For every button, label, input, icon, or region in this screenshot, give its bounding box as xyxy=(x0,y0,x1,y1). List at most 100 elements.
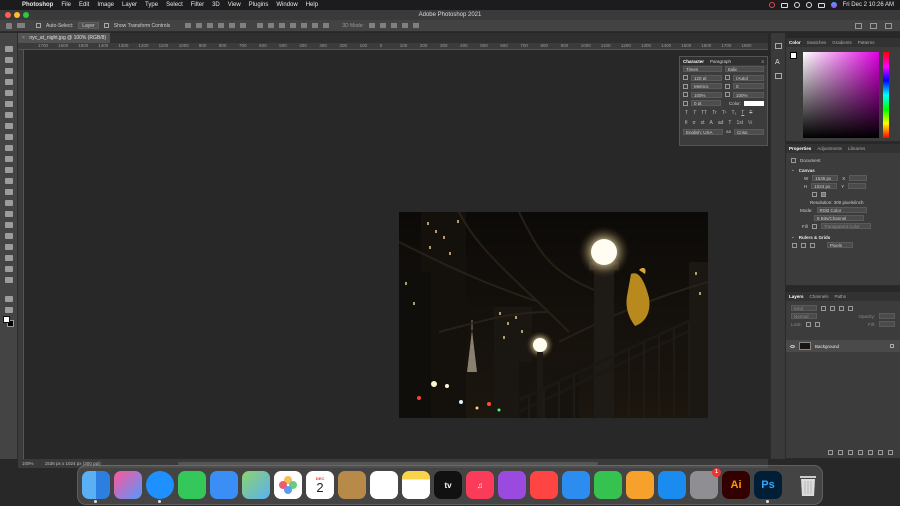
gradient-tool-icon[interactable] xyxy=(5,178,13,184)
language-select[interactable]: English: USA xyxy=(683,128,723,135)
menu-select[interactable]: Select xyxy=(166,2,183,8)
tab-swatches[interactable]: Swatches xyxy=(807,40,827,45)
link-layers-icon[interactable] xyxy=(828,449,833,455)
history-brush-tool-icon[interactable] xyxy=(5,156,13,162)
antialias-select[interactable]: Crisp xyxy=(734,128,764,135)
close-window-button[interactable] xyxy=(5,12,11,18)
layer-name[interactable]: Background xyxy=(815,344,839,349)
3d-rotate-icon[interactable] xyxy=(368,23,375,28)
align-bottom-icon[interactable] xyxy=(240,23,247,28)
tab-paragraph[interactable]: Paragraph xyxy=(710,59,731,64)
lock-pixels-icon[interactable] xyxy=(805,321,811,327)
vertical-ruler[interactable] xyxy=(18,50,24,459)
zoom-tool-icon[interactable] xyxy=(5,266,13,272)
photoshop-icon[interactable]: Ps xyxy=(754,471,782,503)
menu-view[interactable]: View xyxy=(228,2,241,8)
close-tab-icon[interactable]: × xyxy=(22,35,25,41)
align-right-icon[interactable] xyxy=(207,23,214,28)
menu-plugins[interactable]: Plugins xyxy=(249,2,269,8)
more-options-icon[interactable] xyxy=(323,23,330,28)
crop-tool-icon[interactable] xyxy=(5,90,13,96)
kerning-field[interactable]: Metrics xyxy=(691,83,722,90)
system-preferences-icon[interactable]: 1 xyxy=(690,468,721,499)
guides-icon[interactable] xyxy=(810,242,815,248)
auto-select-dropdown[interactable]: Layer xyxy=(78,22,99,29)
distribute-left-icon[interactable] xyxy=(257,23,264,28)
delete-layer-icon[interactable] xyxy=(888,449,893,455)
healing-brush-tool-icon[interactable] xyxy=(5,123,13,129)
contextual-alternates-button[interactable]: σ xyxy=(693,120,696,126)
podcasts-icon[interactable] xyxy=(498,471,526,499)
music-icon[interactable]: ♫ xyxy=(466,471,494,499)
filter-adjustment-icon[interactable] xyxy=(830,305,835,311)
fill-swatch[interactable] xyxy=(811,223,817,229)
zoom-level[interactable]: 100% xyxy=(22,461,34,466)
align-center-icon[interactable] xyxy=(196,23,203,28)
distribute-center-icon[interactable] xyxy=(268,23,275,28)
grid-icon[interactable] xyxy=(801,242,806,248)
menu-app-name[interactable]: Photoshop xyxy=(22,2,53,8)
superscript-button[interactable]: T¹ xyxy=(722,110,727,116)
panel-menu-icon[interactable]: ≡ xyxy=(761,59,764,64)
eyedropper-tool-icon[interactable] xyxy=(5,112,13,118)
menu-layer[interactable]: Layer xyxy=(122,2,137,8)
tab-character[interactable]: Character xyxy=(683,59,704,64)
filter-shape-icon[interactable] xyxy=(848,305,853,311)
canvas-width-field[interactable]: 1536 px xyxy=(812,175,839,181)
maps-icon[interactable] xyxy=(242,471,270,499)
history-panel-icon[interactable] xyxy=(775,43,782,49)
menu-window[interactable]: Window xyxy=(276,2,297,8)
orientation-portrait-icon[interactable] xyxy=(812,191,817,197)
swash-button[interactable]: A xyxy=(709,120,712,126)
3d-scale-icon[interactable] xyxy=(412,23,419,28)
canvas-height-field[interactable]: 1024 px xyxy=(811,183,838,189)
titling-alternates-button[interactable]: T xyxy=(728,120,731,126)
rectangle-tool-icon[interactable] xyxy=(5,244,13,250)
font-size-field[interactable]: 120 pt xyxy=(691,74,722,81)
ligatures-button[interactable]: fi xyxy=(685,120,688,126)
font-style-select[interactable]: Italic xyxy=(725,66,764,73)
search-icon[interactable] xyxy=(855,22,862,29)
rulers-chevron-icon[interactable]: ⌄ xyxy=(791,234,795,240)
blur-tool-icon[interactable] xyxy=(5,189,13,195)
fill-select[interactable]: Transparent Color xyxy=(820,223,871,229)
distribute-top-icon[interactable] xyxy=(290,23,297,28)
lasso-tool-icon[interactable] xyxy=(5,68,13,74)
workspace-icon[interactable] xyxy=(870,22,877,29)
hand-tool-icon[interactable] xyxy=(5,255,13,261)
path-select-tool-icon[interactable] xyxy=(5,233,13,239)
finder-icon[interactable] xyxy=(82,471,110,503)
underline-button[interactable]: T xyxy=(741,110,744,116)
lock-position-icon[interactable] xyxy=(814,321,820,327)
launchpad-icon[interactable] xyxy=(114,471,142,499)
new-group-icon[interactable] xyxy=(868,449,873,455)
marquee-tool-icon[interactable] xyxy=(5,57,13,63)
new-layer-icon[interactable] xyxy=(878,449,883,455)
small-caps-button[interactable]: Tr xyxy=(712,110,717,116)
bit-depth-select[interactable]: 8 Bits/Channel xyxy=(814,215,864,221)
menu-file[interactable]: File xyxy=(61,2,71,8)
control-center-icon[interactable] xyxy=(817,2,825,8)
tab-color[interactable]: Color xyxy=(789,40,801,45)
layer-style-icon[interactable] xyxy=(838,449,843,455)
3d-pan-icon[interactable] xyxy=(390,23,397,28)
search-icon[interactable] xyxy=(805,2,812,8)
document-tab[interactable]: × nyc_at_night.jpg @ 100% (RGB/8) xyxy=(18,33,110,43)
pen-tool-icon[interactable] xyxy=(5,211,13,217)
discretionary-ligatures-button[interactable]: st xyxy=(701,120,705,126)
color-picker-field[interactable] xyxy=(803,52,879,138)
menu-image[interactable]: Image xyxy=(97,2,114,8)
trash-icon[interactable] xyxy=(794,471,822,499)
stylistic-alternates-button[interactable]: ad xyxy=(718,120,724,126)
strikethrough-button[interactable]: T xyxy=(749,110,752,116)
horizontal-scale-field[interactable]: 100% xyxy=(733,91,764,98)
home-icon[interactable] xyxy=(6,22,12,29)
photos-icon[interactable] xyxy=(274,471,302,499)
numbers-icon[interactable] xyxy=(594,471,622,499)
faux-bold-button[interactable]: T xyxy=(685,110,688,116)
frame-tool-icon[interactable] xyxy=(5,101,13,107)
ruler-units-select[interactable]: Pixels xyxy=(827,242,853,248)
3d-roll-icon[interactable] xyxy=(379,23,386,28)
eraser-tool-icon[interactable] xyxy=(5,167,13,173)
tab-libraries[interactable]: Libraries xyxy=(848,146,865,151)
